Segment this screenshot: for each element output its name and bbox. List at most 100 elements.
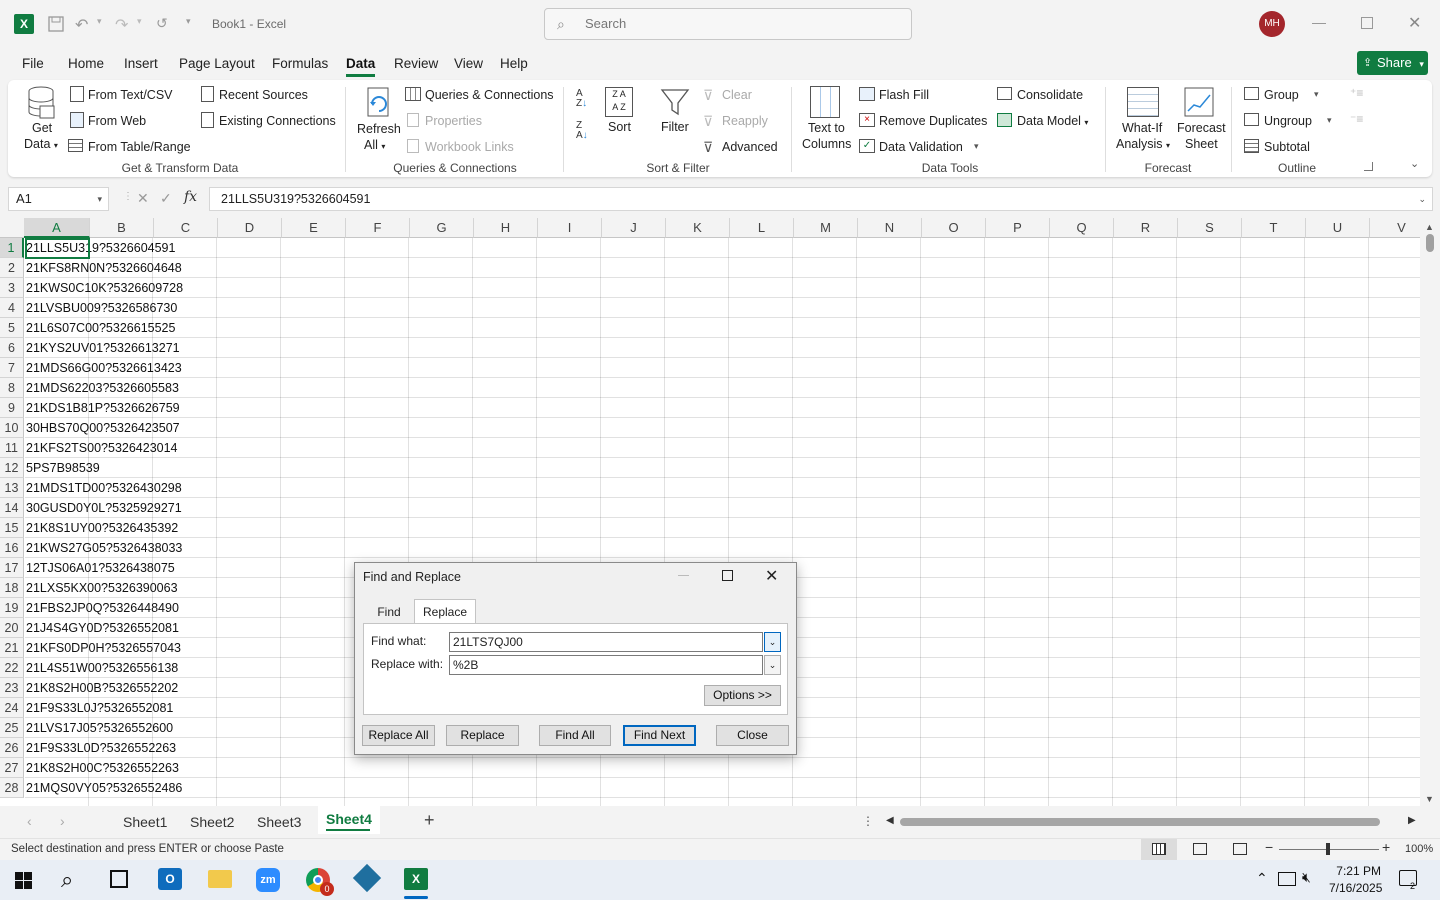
tab-data[interactable]: Data (346, 56, 375, 71)
cell-a19[interactable]: 21FBS2JP0Q?5326448490 (26, 598, 179, 618)
remove-duplicates-button[interactable]: Remove Duplicates (879, 114, 987, 128)
column-header-s[interactable]: S (1178, 218, 1242, 238)
redo-dropdown-icon[interactable]: ▾ (137, 16, 142, 27)
cell-a12[interactable]: 5PS7B98539 (26, 458, 100, 478)
excel-taskbar-icon[interactable]: X (404, 868, 428, 890)
row-header[interactable]: 17 (0, 558, 24, 578)
row-header[interactable]: 22 (0, 658, 24, 678)
what-if-label-1[interactable]: What-If (1122, 121, 1162, 135)
column-header-c[interactable]: C (154, 218, 218, 238)
column-header-a[interactable]: A (24, 218, 90, 238)
tab-formulas[interactable]: Formulas (272, 56, 328, 71)
file-explorer-icon[interactable] (208, 870, 232, 888)
customize-qat-icon[interactable]: ▾ (186, 16, 191, 27)
column-header-u[interactable]: U (1306, 218, 1370, 238)
row-header[interactable]: 14 (0, 498, 24, 518)
column-header-p[interactable]: P (986, 218, 1050, 238)
zoom-in-icon[interactable]: + (1382, 839, 1390, 855)
restore-icon[interactable] (1361, 17, 1373, 29)
row-header[interactable]: 23 (0, 678, 24, 698)
column-header-o[interactable]: O (922, 218, 986, 238)
cell-a26[interactable]: 21F9S33L0D?5326552263 (26, 738, 176, 758)
save-icon[interactable] (47, 15, 65, 33)
recent-sources-button[interactable]: Recent Sources (219, 88, 308, 102)
cell-a17[interactable]: 12TJS06A01?5326438075 (26, 558, 175, 578)
column-header-i[interactable]: I (538, 218, 602, 238)
row-header[interactable]: 18 (0, 578, 24, 598)
replace-history-dropdown[interactable]: ⌄ (764, 655, 781, 675)
scroll-down-icon[interactable]: ▼ (1425, 794, 1434, 804)
ungroup-dropdown-icon[interactable]: ▾ (1327, 115, 1332, 126)
cell-a22[interactable]: 21L4S51W00?5326556138 (26, 658, 178, 678)
cell-a5[interactable]: 21L6S07C00?5326615525 (26, 318, 175, 338)
cell-a28[interactable]: 21MQS0VY05?5326552486 (26, 778, 182, 798)
row-header[interactable]: 19 (0, 598, 24, 618)
repeat-icon[interactable]: ↺ (156, 15, 168, 32)
cell-a7[interactable]: 21MDS66G00?5326613423 (26, 358, 182, 378)
workbook-links-button[interactable]: Workbook Links (425, 140, 514, 154)
expand-formula-icon[interactable]: ⌄ (1418, 188, 1426, 210)
from-text-csv-button[interactable]: From Text/CSV (88, 88, 173, 102)
scroll-left-icon[interactable]: ◀ (886, 815, 894, 826)
tab-home[interactable]: Home (68, 56, 104, 71)
tab-page-layout[interactable]: Page Layout (179, 56, 255, 71)
ungroup-button[interactable]: Ungroup (1264, 114, 1312, 128)
close-icon[interactable]: ✕ (765, 566, 778, 586)
avatar[interactable]: MH (1259, 11, 1285, 37)
sort-za-icon[interactable]: Z A↓ (576, 121, 588, 141)
column-header-d[interactable]: D (218, 218, 282, 238)
column-header-q[interactable]: Q (1050, 218, 1114, 238)
cell-a25[interactable]: 21LVS17J05?5326552600 (26, 718, 173, 738)
get-data-label-1[interactable]: Get (32, 121, 52, 135)
find-next-button[interactable]: Find Next (623, 725, 696, 746)
sheet-tab-sheet2[interactable]: Sheet2 (190, 814, 234, 830)
dialog-launcher-icon[interactable] (1364, 162, 1373, 171)
column-header-t[interactable]: T (1242, 218, 1306, 238)
next-sheet-icon[interactable]: › (60, 813, 65, 829)
cell-a3[interactable]: 21KWS0C10K?5326609728 (26, 278, 183, 298)
column-header-g[interactable]: G (410, 218, 474, 238)
cell-a27[interactable]: 21K8S2H00C?5326552263 (26, 758, 179, 778)
filter-button[interactable]: Filter (661, 120, 689, 134)
horizontal-scroll-thumb[interactable] (900, 818, 1380, 826)
sort-button[interactable]: Sort (608, 120, 631, 134)
data-validation-dropdown-icon[interactable]: ▾ (974, 141, 979, 152)
redo-icon[interactable]: ↷ (115, 15, 128, 35)
row-header[interactable]: 7 (0, 358, 24, 378)
vertical-scrollbar[interactable]: ▲ ▼ (1420, 218, 1440, 806)
row-header[interactable]: 8 (0, 378, 24, 398)
tab-file[interactable]: File (22, 56, 44, 71)
undo-icon[interactable]: ↶ (75, 15, 88, 35)
options-button[interactable]: Options >> (704, 685, 781, 706)
row-header[interactable]: 9 (0, 398, 24, 418)
select-all-corner[interactable] (0, 218, 25, 238)
cancel-icon[interactable]: ✕ (137, 190, 149, 207)
column-header-j[interactable]: J (602, 218, 666, 238)
sheet-tab-sheet1[interactable]: Sheet1 (123, 814, 167, 830)
row-header[interactable]: 10 (0, 418, 24, 438)
replace-with-input[interactable]: %2B (449, 655, 763, 675)
sheet-tab-sheet3[interactable]: Sheet3 (257, 814, 301, 830)
zoom-app-icon[interactable]: zm (256, 868, 280, 892)
hide-detail-icon[interactable]: ⁻≡ (1350, 112, 1363, 126)
group-dropdown-icon[interactable]: ▾ (1314, 89, 1319, 100)
text-to-columns-label-1[interactable]: Text to (808, 121, 845, 135)
minimize-icon[interactable] (678, 575, 689, 576)
row-header[interactable]: 21 (0, 638, 24, 658)
row-header[interactable]: 24 (0, 698, 24, 718)
column-header-b[interactable]: B (90, 218, 154, 238)
formula-input[interactable]: 21LLS5U319?5326604591 ⌄ (209, 187, 1433, 211)
column-header-r[interactable]: R (1114, 218, 1178, 238)
row-header[interactable]: 3 (0, 278, 24, 298)
column-header-k[interactable]: K (666, 218, 730, 238)
name-box[interactable]: A1 ▾ (8, 187, 109, 211)
cell-a6[interactable]: 21KYS2UV01?5326613271 (26, 338, 180, 358)
insert-function-icon[interactable]: fx (184, 189, 197, 205)
flash-fill-button[interactable]: Flash Fill (879, 88, 929, 102)
cell-a15[interactable]: 21K8S1UY00?5326435392 (26, 518, 178, 538)
enter-icon[interactable]: ✓ (160, 190, 172, 207)
find-all-button[interactable]: Find All (539, 725, 611, 746)
cell-a24[interactable]: 21F9S33L0J?5326552081 (26, 698, 173, 718)
cell-a16[interactable]: 21KWS27G05?5326438033 (26, 538, 182, 558)
row-header[interactable]: 5 (0, 318, 24, 338)
